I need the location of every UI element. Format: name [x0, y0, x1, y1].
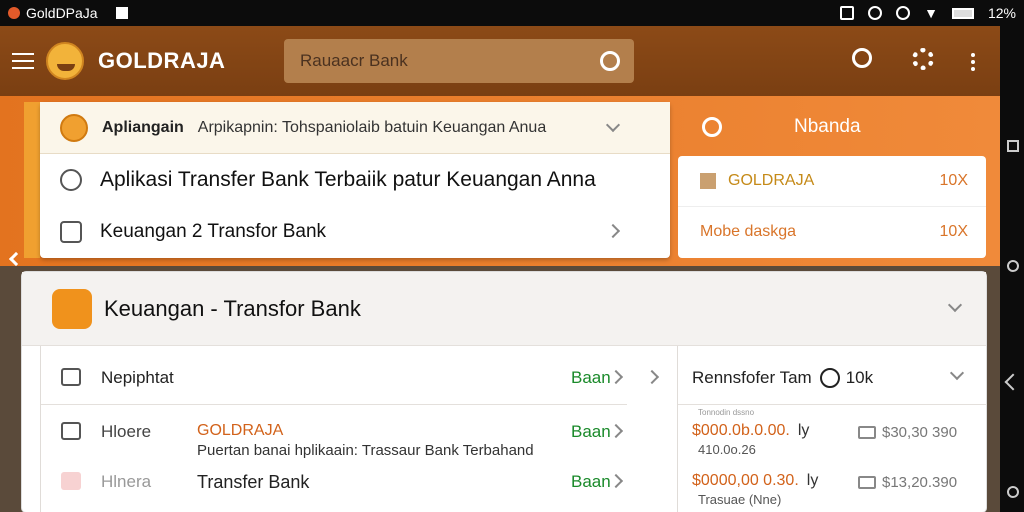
main-card-title: Keuangan - Transfor Bank	[104, 295, 361, 321]
chevron-right-icon	[605, 223, 621, 239]
search-icon[interactable]	[702, 117, 722, 137]
status-bar: GoldDPaJa ▼ 12%	[0, 0, 1024, 26]
list-item-label: Aplikasi Transfer Bank Terbaiik patur Ke…	[100, 168, 596, 191]
list-item[interactable]: Hlnera Transfer Bank Baan	[41, 472, 677, 493]
list-item-name: GOLDRAJA	[728, 172, 815, 189]
list-item-title: Transfer Bank	[197, 472, 310, 492]
summary-header[interactable]: Rennsfofer Tam 10k	[692, 368, 873, 388]
summary-badge: 10k	[845, 368, 874, 387]
search-input[interactable]: Rauaacr Bank	[284, 39, 634, 83]
divider	[41, 404, 627, 405]
top-card: Apliangain Arpikapnin: Tohspaniolaib bat…	[40, 102, 670, 258]
more-options-icon[interactable]	[971, 50, 975, 74]
recent-apps-icon[interactable]	[1007, 140, 1019, 152]
list-item[interactable]: Keuangan 2 Transfor Bank	[40, 206, 670, 258]
wifi-icon: ▼	[924, 5, 938, 21]
list-item-label: Hlnera	[101, 472, 152, 491]
list-item-value: 10X	[939, 172, 968, 189]
chevron-right-icon	[608, 369, 624, 385]
card-icon	[858, 476, 876, 489]
list-item-label: Hloere	[101, 422, 152, 441]
battery-level: 12%	[987, 5, 1016, 21]
balance: $13,20.390	[858, 474, 957, 491]
list-item-value: 10X	[939, 222, 968, 240]
brand-logo	[46, 42, 84, 80]
chevron-right-icon	[608, 423, 624, 439]
app-bar: GOLDRAJA Rauaacr Bank	[0, 26, 1000, 96]
divider	[678, 404, 987, 405]
list-item-label: Nepiphtat	[101, 368, 174, 387]
list-item-action[interactable]: Baan	[571, 422, 611, 442]
amount-suffix: ly	[806, 472, 819, 489]
top-card-header-title: Apliangain	[102, 118, 184, 136]
clock-icon	[819, 368, 840, 388]
nfc-icon	[840, 6, 855, 20]
chevron-right-icon	[608, 473, 624, 489]
brand-title: GOLDRAJA	[98, 48, 226, 73]
list-item-action[interactable]: Baan	[571, 368, 611, 388]
list-item[interactable]: Mobe daskga 10X	[678, 206, 986, 256]
list-item-subtitle: Puertan banai hplikaain: Trassaur Bank T…	[197, 442, 534, 459]
search-settings-icon[interactable]	[600, 51, 620, 71]
side-card: GOLDRAJA 10X Mobe daskga 10X	[678, 156, 986, 258]
wallet-icon	[60, 221, 82, 243]
chevron-down-icon[interactable]	[949, 365, 965, 381]
main-card: Keuangan - Transfor Bank Nepiphtat Baan …	[22, 272, 987, 512]
list-item[interactable]: GOLDRAJA 10X	[678, 156, 986, 206]
coin-icon	[700, 173, 716, 189]
amount-subtitle: Trasuae (Nne)	[698, 492, 782, 507]
main-card-header[interactable]: Keuangan - Transfor Bank	[22, 272, 986, 346]
back-icon[interactable]	[1004, 373, 1022, 391]
list-item-label: Keuangan 2 Transfor Bank	[100, 221, 327, 242]
search-icon[interactable]	[852, 48, 872, 68]
card-icon	[858, 426, 876, 439]
mascot-icon	[52, 288, 92, 329]
app-notification-icon	[8, 7, 20, 19]
amount-value: $000.0b.0.00.	[692, 422, 790, 439]
chevron-right-icon[interactable]	[644, 369, 660, 385]
list-item[interactable]: Nepiphtat Baan	[41, 368, 677, 388]
summary-caption: Tonnodin dssno	[698, 408, 755, 417]
status-app-name: GoldDPaJa	[26, 5, 98, 21]
settings-icon[interactable]	[912, 48, 934, 70]
list-item-action[interactable]: Baan	[571, 472, 611, 492]
grid-icon	[61, 472, 81, 490]
list-item-title: GOLDRAJA	[197, 422, 284, 439]
amount: $0000,00 0.30. ly	[692, 472, 818, 490]
balance-value: $13,20.390	[882, 474, 958, 491]
list-item[interactable]: Hloere GOLDRAJA Puertan banai hplikaain:…	[41, 422, 677, 459]
chevron-down-icon[interactable]	[947, 297, 963, 313]
amount: $000.0b.0.00. ly	[692, 422, 809, 440]
chevron-down-icon[interactable]	[605, 117, 621, 133]
side-card-header[interactable]: Nbanda	[678, 102, 986, 152]
assistant-icon[interactable]	[1007, 486, 1019, 498]
top-card-header[interactable]: Apliangain Arpikapnin: Tohspaniolaib bat…	[40, 102, 670, 154]
menu-icon[interactable]	[12, 48, 34, 74]
amount-suffix: ly	[797, 422, 810, 439]
top-card-header-text: Arpikapnin: Tohspaniolaib batuin Keuanga…	[197, 118, 547, 136]
balance: $30,30 390	[858, 424, 957, 441]
search-placeholder: Rauaacr Bank	[300, 51, 408, 70]
list-item[interactable]: Aplikasi Transfer Bank Terbaiik patur Ke…	[40, 154, 670, 206]
card-icon	[61, 422, 81, 440]
notification-icon	[115, 7, 128, 19]
system-nav-bar	[1000, 26, 1024, 512]
side-card-title: Nbanda	[794, 116, 861, 137]
amount-value: $0000,00 0.30.	[692, 472, 799, 489]
home-icon[interactable]	[1007, 260, 1019, 272]
accent-strip	[24, 102, 40, 258]
transfer-summary: Rennsfofer Tam 10k Tonnodin dssno $000.0…	[677, 346, 987, 512]
transaction-list: Nepiphtat Baan Hloere GOLDRAJA Puertan b…	[40, 346, 676, 512]
sync-icon	[868, 6, 883, 20]
avatar	[60, 113, 88, 142]
battery-icon	[951, 7, 974, 19]
list-item-name: Mobe daskga	[700, 222, 797, 240]
summary-title: Rennsfofer Tam	[692, 368, 812, 387]
alarm-icon	[896, 6, 911, 20]
balance-value: $30,30 390	[882, 424, 958, 441]
transfer-icon	[60, 169, 82, 191]
document-icon	[61, 368, 81, 386]
amount-subtitle: 410.0o.26	[698, 442, 756, 457]
